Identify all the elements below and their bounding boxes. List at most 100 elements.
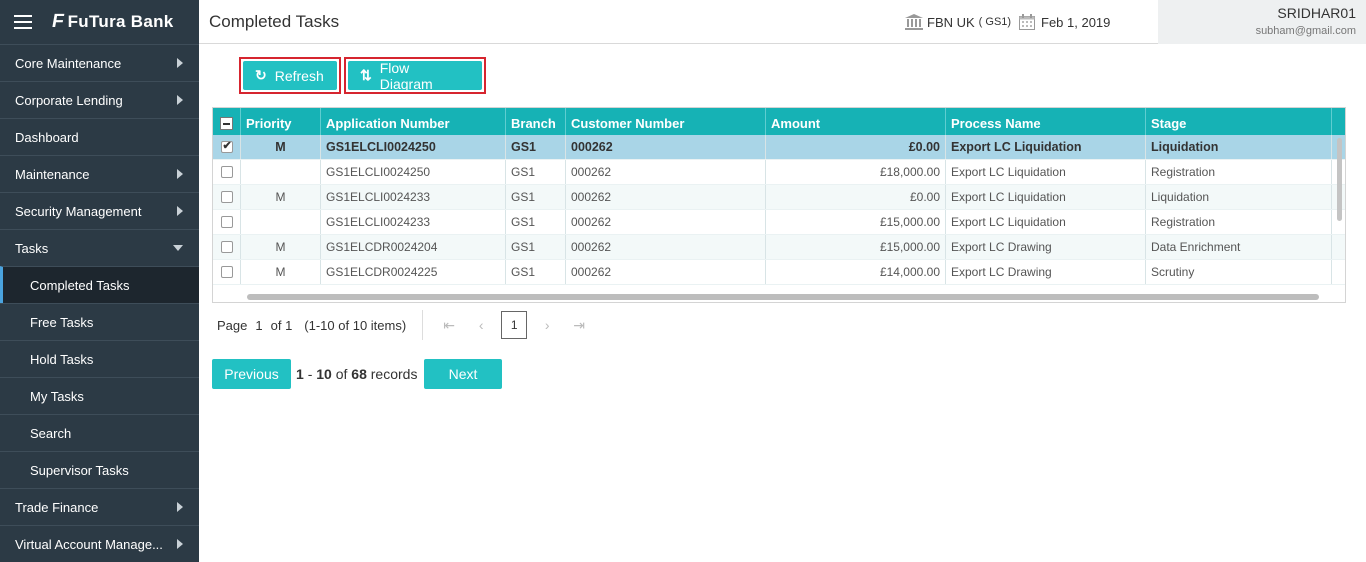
row-checkbox[interactable] (220, 139, 233, 153)
customer-number-cell: 000262 (566, 235, 766, 259)
column-header-amount[interactable]: Amount (766, 108, 946, 135)
application-number-cell: GS1ELCDR0024204 (321, 235, 506, 259)
column-header-stage[interactable]: Stage (1146, 108, 1332, 135)
sidebar-item-label: Core Maintenance (15, 55, 122, 71)
amount-cell: £14,000.00 (766, 260, 946, 284)
table-row[interactable]: GS1ELCLI0024233 GS1 000262 £15,000.00 Ex… (213, 210, 1345, 235)
process-name-cell: Export LC Drawing (946, 260, 1146, 284)
amount-cell: £15,000.00 (766, 210, 946, 234)
amount-cell: £15,000.00 (766, 235, 946, 259)
records-total: 68 (351, 366, 367, 382)
refresh-button-highlight: ↻ Refresh (239, 57, 341, 94)
chevron-right-icon (177, 206, 183, 216)
customer-number-cell: 000262 (566, 210, 766, 234)
sidebar-item-virtual-account-management[interactable]: Virtual Account Manage... (0, 525, 199, 562)
sidebar-subitem-hold-tasks[interactable]: Hold Tasks (0, 340, 199, 377)
process-name-cell: Export LC Drawing (946, 235, 1146, 259)
table-row[interactable]: M GS1ELCLI0024250 GS1 000262 £0.00 Expor… (213, 135, 1345, 160)
branch-code: ( GS1) (978, 16, 1012, 28)
sidebar-item-label: Dashboard (15, 129, 79, 145)
refresh-button[interactable]: ↻ Refresh (243, 61, 337, 90)
sidebar-subitem-search[interactable]: Search (0, 414, 199, 451)
refresh-icon: ↻ (255, 67, 267, 83)
branch-selector[interactable]: FBN UK ( GS1) (905, 14, 1011, 30)
select-all-checkbox[interactable] (220, 117, 233, 130)
previous-button[interactable]: Previous (212, 359, 291, 389)
priority-cell: M (241, 260, 321, 284)
sidebar-item-maintenance[interactable]: Maintenance (0, 155, 199, 192)
chevron-down-icon (173, 245, 183, 251)
amount-cell: £18,000.00 (766, 160, 946, 184)
refresh-label: Refresh (274, 67, 324, 84)
table-row[interactable]: M GS1ELCDR0024204 GS1 000262 £15,000.00 … (213, 235, 1345, 260)
brand-bar: F FuTura Bank (0, 0, 199, 44)
customer-number-cell: 000262 (566, 160, 766, 184)
column-header-process-name[interactable]: Process Name (946, 108, 1146, 135)
row-checkbox[interactable] (220, 241, 233, 253)
user-menu[interactable]: SRIDHAR01 subham@gmail.com (1158, 0, 1366, 44)
sidebar-item-trade-finance[interactable]: Trade Finance (0, 488, 199, 525)
user-name: SRIDHAR01 (1277, 5, 1356, 21)
row-checkbox[interactable] (220, 266, 233, 278)
sidebar-subitem-supervisor-tasks[interactable]: Supervisor Tasks (0, 451, 199, 488)
prev-page-icon[interactable]: ‹ (465, 317, 497, 333)
sidebar-item-corporate-lending[interactable]: Corporate Lending (0, 81, 199, 118)
application-number-cell: GS1ELCDR0024225 (321, 260, 506, 284)
application-number-cell: GS1ELCLI0024233 (321, 210, 506, 234)
sidebar-item-dashboard[interactable]: Dashboard (0, 118, 199, 155)
date-value: Feb 1, 2019 (1041, 14, 1111, 30)
select-all-cell[interactable] (213, 108, 241, 135)
table-row[interactable]: GS1ELCLI0024250 GS1 000262 £18,000.00 Ex… (213, 160, 1345, 185)
sidebar: F FuTura Bank Core Maintenance Corporate… (0, 0, 199, 562)
pager-divider (422, 310, 424, 340)
branch-cell: GS1 (506, 160, 566, 184)
sidebar-item-security-management[interactable]: Security Management (0, 192, 199, 229)
column-header-application-number[interactable]: Application Number (321, 108, 506, 135)
sidebar-subitem-completed-tasks[interactable]: Completed Tasks (0, 266, 199, 303)
brand-name: FuTura Bank (67, 12, 174, 31)
table-row[interactable]: M GS1ELCDR0024225 GS1 000262 £14,000.00 … (213, 260, 1345, 285)
page-number-button[interactable]: 1 (501, 311, 528, 339)
application-number-cell: GS1ELCLI0024250 (321, 160, 506, 184)
next-button[interactable]: Next (424, 359, 502, 389)
table-row[interactable]: M GS1ELCLI0024233 GS1 000262 £0.00 Expor… (213, 185, 1345, 210)
flow-diagram-button[interactable]: ⇅ Flow Diagram (348, 60, 482, 92)
sidebar-subitem-free-tasks[interactable]: Free Tasks (0, 303, 199, 340)
last-page-icon[interactable]: ⇥ (563, 317, 595, 334)
column-header-customer-number[interactable]: Customer Number (566, 108, 766, 135)
amount-cell: £0.00 (766, 135, 946, 159)
sidebar-item-label: Security Management (15, 203, 142, 219)
user-email: subham@gmail.com (1255, 25, 1356, 37)
sidebar-item-label: Maintenance (15, 166, 90, 182)
priority-cell: M (241, 135, 321, 159)
sidebar-subitem-my-tasks[interactable]: My Tasks (0, 377, 199, 414)
menu-icon[interactable] (14, 15, 32, 29)
first-page-icon[interactable]: ⇤ (433, 317, 465, 334)
sidebar-item-core-maintenance[interactable]: Core Maintenance (0, 44, 199, 81)
row-checkbox[interactable] (220, 191, 233, 203)
branch-cell: GS1 (506, 235, 566, 259)
column-header-priority[interactable]: Priority (241, 108, 321, 135)
vertical-scrollbar[interactable] (1337, 138, 1342, 221)
sidebar-item-label: Virtual Account Manage... (15, 536, 163, 552)
process-name-cell: Export LC Liquidation (946, 135, 1146, 159)
range-dash: - (307, 366, 313, 382)
range-start: 1 (296, 366, 304, 382)
priority-cell: M (241, 185, 321, 209)
row-checkbox[interactable] (220, 166, 233, 178)
row-checkbox[interactable] (220, 216, 233, 228)
branch-cell: GS1 (506, 185, 566, 209)
sidebar-item-tasks[interactable]: Tasks (0, 229, 199, 266)
grid-header: Priority Application Number Branch Custo… (213, 108, 1345, 135)
items-info: (1-10 of 10 items) (304, 317, 407, 333)
priority-cell (241, 210, 321, 234)
priority-cell (241, 160, 321, 184)
application-number-cell: GS1ELCLI0024233 (321, 185, 506, 209)
process-name-cell: Export LC Liquidation (946, 210, 1146, 234)
tasks-grid: Priority Application Number Branch Custo… (212, 107, 1346, 303)
horizontal-scrollbar[interactable] (247, 294, 1319, 300)
stage-cell: Scrutiny (1146, 260, 1332, 284)
column-header-branch[interactable]: Branch (506, 108, 566, 135)
next-page-icon[interactable]: › (531, 317, 563, 333)
chevron-right-icon (177, 169, 183, 179)
